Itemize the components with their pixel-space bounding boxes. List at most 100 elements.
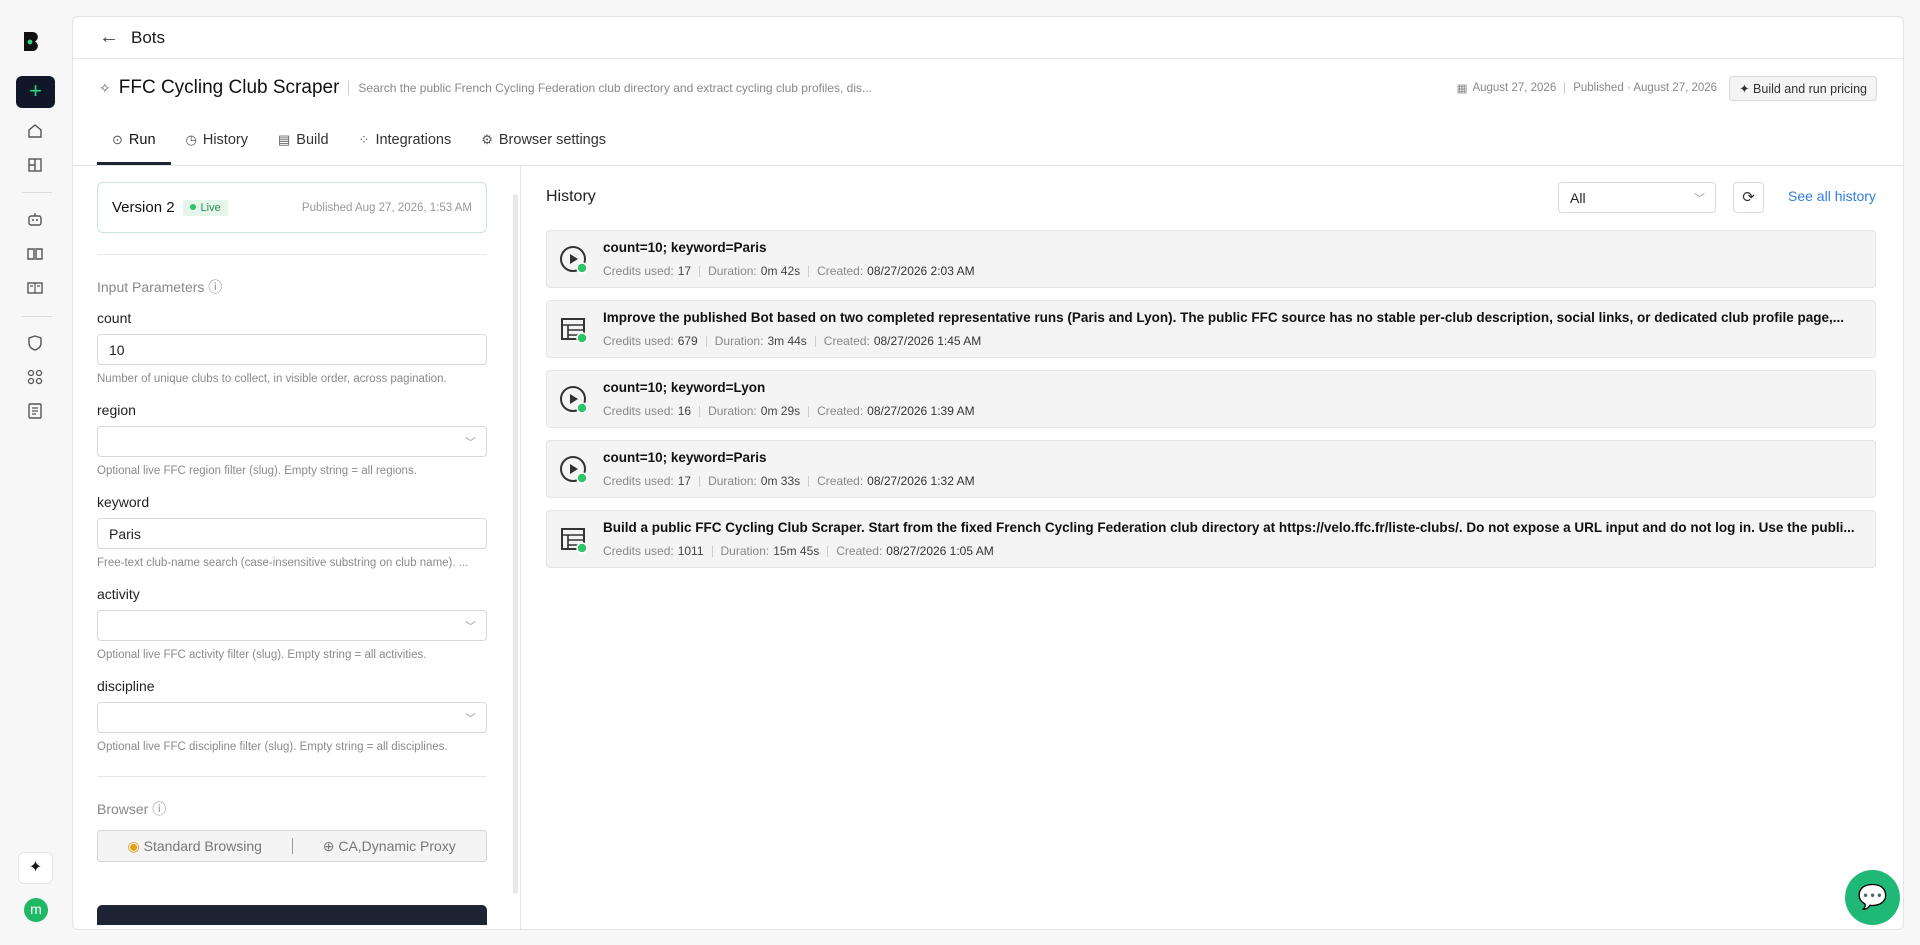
divider bbox=[827, 545, 829, 557]
region-select[interactable]: ﹀ bbox=[97, 426, 487, 457]
version-card[interactable]: Version 2 Live Published Aug 27, 2026, 1… bbox=[97, 182, 487, 233]
tab-build[interactable]: ▤ Build bbox=[263, 117, 344, 165]
top-bar: ← Bots bbox=[73, 17, 1903, 59]
keyword-input[interactable]: Paris bbox=[97, 518, 487, 549]
status-badge: Live bbox=[182, 199, 228, 216]
activity-select[interactable]: ﹀ bbox=[97, 610, 487, 641]
divider bbox=[808, 265, 810, 277]
book-icon[interactable] bbox=[26, 245, 44, 263]
duration-value: 0m 42s bbox=[760, 264, 801, 278]
params-section-label: Input Parameters bbox=[97, 279, 205, 295]
credits-value: 1011 bbox=[677, 544, 704, 558]
version-label: Version 2 bbox=[112, 199, 175, 216]
history-item[interactable]: count=10; keyword=Paris Credits used: 17 Du… bbox=[546, 440, 1876, 498]
tab-label: Build bbox=[296, 131, 329, 148]
discipline-label: discipline bbox=[97, 678, 155, 694]
play-run-icon bbox=[559, 455, 589, 485]
discipline-help: Optional live FFC discipline filter (slu… bbox=[97, 741, 448, 753]
bot-icon[interactable] bbox=[26, 210, 44, 228]
filter-value: All bbox=[1570, 190, 1586, 206]
tab-run[interactable]: ⊙ Run bbox=[97, 117, 171, 165]
browser-section-title: Browser ⓘ bbox=[97, 799, 166, 819]
tab-browser-settings[interactable]: ⚙ Browser settings bbox=[466, 117, 621, 165]
history-filter-select[interactable]: All ﹀ bbox=[1558, 182, 1716, 213]
params-section-title: Input Parameters ⓘ bbox=[97, 277, 222, 297]
history-item-title: Build a public FFC Cycling Club Scraper.… bbox=[603, 520, 1855, 535]
divider bbox=[1564, 82, 1566, 94]
divider bbox=[711, 545, 713, 557]
back-label[interactable]: Bots bbox=[131, 28, 165, 48]
duration-value: 3m 44s bbox=[767, 334, 807, 348]
history-item[interactable]: Build a public FFC Cycling Club Scraper.… bbox=[546, 510, 1876, 568]
credits-value: 679 bbox=[677, 334, 698, 348]
app-rail: + ✦ m bbox=[0, 0, 72, 945]
divider bbox=[808, 405, 810, 417]
dashboard-icon[interactable] bbox=[26, 156, 44, 174]
integrations-icon[interactable] bbox=[26, 368, 44, 386]
divider bbox=[97, 776, 487, 777]
created-label: Created: bbox=[836, 544, 883, 558]
browser-selector[interactable]: ◉ Standard Browsing ⊕ CA,Dynamic Proxy bbox=[97, 830, 487, 862]
divider bbox=[705, 335, 707, 347]
created-value: 08/27/2026 1:05 AM bbox=[886, 544, 994, 558]
refresh-icon: ⟳ bbox=[1742, 189, 1755, 206]
ai-assistant-button[interactable]: ✦ bbox=[18, 852, 53, 884]
rail-divider bbox=[22, 192, 52, 193]
credits-value: 17 bbox=[677, 474, 692, 488]
chat-support-button[interactable]: 💬 bbox=[1845, 870, 1900, 925]
divider bbox=[808, 475, 810, 487]
created-value: 08/27/2026 2:03 AM bbox=[867, 264, 975, 278]
globe-icon: ⊕ bbox=[322, 837, 339, 854]
chat-icon: 💬 bbox=[1857, 884, 1888, 911]
refresh-button[interactable]: ⟳ bbox=[1733, 182, 1764, 213]
duration-label: Duration: bbox=[708, 404, 757, 418]
browser-option-proxy[interactable]: ⊕ CA,Dynamic Proxy bbox=[293, 838, 487, 855]
tab-history[interactable]: ◷ History bbox=[171, 117, 263, 165]
chevron-down-icon: ﹀ bbox=[465, 437, 476, 449]
pricing-button[interactable]: ✦ Build and run pricing bbox=[1729, 75, 1877, 101]
history-item-meta: Credits used: 679 Duration: 3m 44s Created: 0… bbox=[603, 334, 981, 348]
divider bbox=[699, 405, 701, 417]
divider bbox=[97, 254, 487, 255]
browser-option-standard[interactable]: ◉ Standard Browsing bbox=[98, 838, 292, 855]
duration-label: Duration: bbox=[708, 474, 757, 488]
count-help: Number of unique clubs to collect, in vi… bbox=[97, 373, 447, 385]
bot-meta: ▦ August 27, 2026 Published · August 27,… bbox=[1456, 81, 1717, 95]
help-icon[interactable]: ⓘ bbox=[152, 801, 166, 817]
run-button[interactable] bbox=[97, 905, 487, 925]
created-value: 08/27/2026 1:32 AM bbox=[867, 474, 975, 488]
credits-label: Credits used: bbox=[603, 264, 674, 278]
history-item[interactable]: count=10; keyword=Paris Credits used: 17 Du… bbox=[546, 230, 1876, 288]
see-all-history-link[interactable]: See all history bbox=[1788, 188, 1876, 204]
history-panel: History All ﹀ ⟳ See all history count=10;… bbox=[522, 166, 1903, 929]
divider bbox=[699, 475, 701, 487]
bot-header: ✧ FFC Cycling Club Scraper Search the pu… bbox=[99, 75, 1877, 101]
scrollbar[interactable] bbox=[513, 194, 518, 894]
history-item[interactable]: count=10; keyword=Lyon Credits used: 16 Dur… bbox=[546, 370, 1876, 428]
back-arrow-icon[interactable]: ← bbox=[99, 26, 119, 49]
sparkle-icon: ✦ bbox=[1739, 81, 1754, 96]
chrome-icon: ◉ bbox=[127, 837, 144, 854]
created-label: Created: bbox=[817, 474, 864, 488]
history-item[interactable]: Improve the published Bot based on two c… bbox=[546, 300, 1876, 358]
duration-value: 0m 29s bbox=[760, 404, 801, 418]
count-input[interactable]: 10 bbox=[97, 334, 487, 365]
chevron-down-icon: ﹀ bbox=[1694, 193, 1705, 205]
duration-label: Duration: bbox=[708, 264, 757, 278]
created-label: Created: bbox=[823, 334, 870, 348]
new-bot-button[interactable]: + bbox=[16, 76, 55, 108]
calendar-icon: ▦ bbox=[1456, 83, 1468, 95]
home-icon[interactable] bbox=[26, 122, 44, 140]
activity-label: activity bbox=[97, 586, 140, 602]
library-icon[interactable] bbox=[26, 279, 44, 297]
avatar[interactable]: m bbox=[24, 898, 48, 922]
logs-icon[interactable] bbox=[26, 402, 44, 420]
credits-value: 17 bbox=[677, 264, 692, 278]
discipline-select[interactable]: ﹀ bbox=[97, 702, 487, 733]
shield-icon[interactable] bbox=[26, 334, 44, 352]
build-run-icon bbox=[559, 315, 589, 345]
tab-label: Browser settings bbox=[498, 131, 607, 148]
help-icon[interactable]: ⓘ bbox=[208, 279, 222, 295]
gear-icon: ⚙ bbox=[481, 131, 493, 147]
tab-integrations[interactable]: ⁘ Integrations bbox=[344, 117, 467, 165]
